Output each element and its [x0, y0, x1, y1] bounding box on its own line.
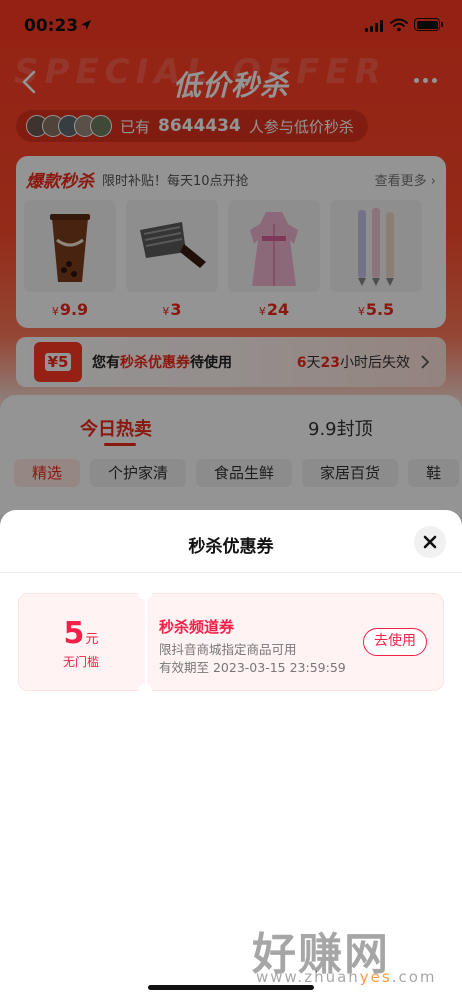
close-icon[interactable]: [414, 526, 446, 558]
coupon-expiry: 有效期至 2023-03-15 23:59:59: [159, 660, 346, 675]
coupon-card: 5元 无门槛 秒杀频道券 限抖音商城指定商品可用 有效期至 2023-03-15…: [18, 586, 444, 698]
coupon-threshold: 无门槛: [62, 655, 99, 669]
coupon-description: 限抖音商城指定商品可用: [159, 642, 297, 657]
use-coupon-button[interactable]: 去使用: [363, 628, 427, 656]
sheet-divider: [0, 572, 462, 573]
site-watermark: 好赚网 www.zhuanyes.com: [252, 918, 452, 988]
sheet-title: 秒杀优惠券: [188, 537, 274, 557]
coupon-value-section: 5元 无门槛: [19, 594, 143, 690]
coupon-separator: [145, 594, 147, 690]
home-indicator[interactable]: [148, 985, 314, 990]
coupon-name: 秒杀频道券: [159, 618, 235, 636]
watermark-url: www.zhuanyes.com: [256, 968, 437, 986]
coupon-amount: 5元: [63, 616, 99, 651]
coupon-notch: [138, 586, 152, 600]
coupon-notch: [138, 684, 152, 698]
